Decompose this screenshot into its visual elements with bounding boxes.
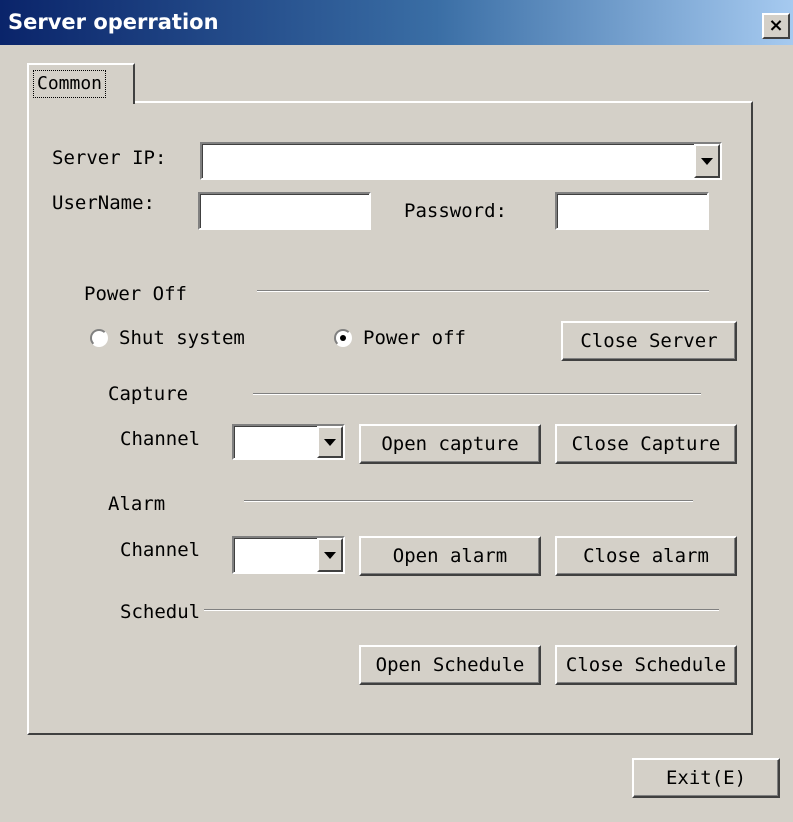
tab-panel-common: Server IP: UserName: Password: Power Off… — [27, 101, 753, 735]
server-ip-input[interactable] — [202, 144, 720, 178]
exit-button[interactable]: Exit(E) — [632, 758, 780, 798]
power-off-group-line — [257, 290, 709, 292]
tab-common-label: Common — [33, 70, 107, 98]
chevron-down-icon[interactable] — [317, 426, 343, 458]
tab-common[interactable]: Common — [27, 63, 135, 104]
power-off-option[interactable]: Power off — [363, 327, 466, 349]
alarm-channel-combobox[interactable] — [232, 536, 345, 574]
schedule-group-label: Schedul — [120, 601, 201, 623]
server-ip-combobox[interactable] — [200, 142, 722, 180]
title-bar[interactable]: Server operration × — [0, 0, 793, 45]
capture-channel-label: Channel — [120, 428, 201, 450]
chevron-down-icon[interactable] — [694, 144, 720, 178]
password-input[interactable] — [557, 194, 707, 228]
username-label: UserName: — [52, 192, 155, 214]
radio-icon[interactable] — [334, 329, 352, 347]
close-alarm-button[interactable]: Close alarm — [555, 536, 737, 576]
alarm-channel-label: Channel — [120, 539, 201, 561]
password-field[interactable] — [555, 192, 709, 230]
schedule-group-line — [204, 609, 719, 611]
radio-icon[interactable] — [90, 329, 108, 347]
open-capture-button[interactable]: Open capture — [359, 424, 541, 464]
power-off-group-label: Power Off — [84, 283, 187, 305]
open-schedule-button[interactable]: Open Schedule — [359, 645, 541, 685]
server-ip-label: Server IP: — [52, 147, 167, 169]
capture-group-line — [253, 393, 701, 395]
open-alarm-button[interactable]: Open alarm — [359, 536, 541, 576]
window-title: Server operration — [8, 10, 219, 34]
close-server-button[interactable]: Close Server — [561, 321, 737, 361]
close-capture-button[interactable]: Close Capture — [555, 424, 737, 464]
server-operation-dialog: Server operration × Common Server IP: Us… — [0, 0, 793, 822]
close-icon[interactable]: × — [762, 13, 790, 39]
capture-channel-combobox[interactable] — [232, 424, 345, 460]
password-label: Password: — [404, 200, 507, 222]
capture-group-label: Capture — [108, 383, 189, 405]
close-schedule-button[interactable]: Close Schedule — [555, 645, 737, 685]
username-field[interactable] — [198, 192, 371, 230]
username-input[interactable] — [200, 194, 369, 228]
chevron-down-icon[interactable] — [317, 538, 343, 572]
alarm-group-label: Alarm — [108, 493, 166, 515]
alarm-group-line — [244, 500, 693, 502]
shut-system-option[interactable]: Shut system — [119, 327, 245, 349]
